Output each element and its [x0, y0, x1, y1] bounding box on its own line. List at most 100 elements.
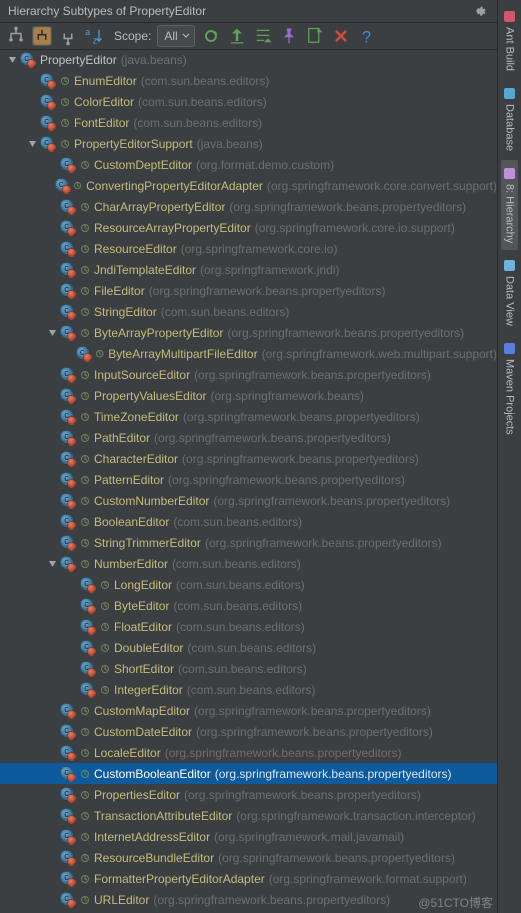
autoscroll-to-source-icon[interactable] [227, 26, 247, 46]
tool-tab[interactable]: Database [501, 80, 518, 158]
subtypes-icon[interactable] [32, 26, 52, 46]
tree-row[interactable]: cShortEditor(com.sun.beans.editors) [0, 658, 497, 679]
class-icon: c [60, 325, 76, 341]
override-marker-icon [80, 874, 90, 884]
tree-row[interactable]: cNumberEditor(com.sun.beans.editors) [0, 553, 497, 574]
expand-arrow-icon[interactable] [46, 327, 58, 339]
tree-row[interactable]: cCustomDeptEditor(org.format.demo.custom… [0, 154, 497, 175]
type-hierarchy-tree[interactable]: cPropertyEditor(java.beans)cEnumEditor(c… [0, 49, 497, 913]
scope-select[interactable]: All [157, 25, 194, 47]
tree-row[interactable]: cBooleanEditor(com.sun.beans.editors) [0, 511, 497, 532]
expand-arrow-icon[interactable] [46, 558, 58, 570]
package-name: (org.springframework.beans) [211, 389, 364, 403]
tree-row[interactable]: cCustomMapEditor(org.springframework.bea… [0, 700, 497, 721]
settings-icon[interactable] [469, 1, 489, 21]
tree-row[interactable]: cColorEditor(com.sun.beans.editors) [0, 91, 497, 112]
package-name: (org.springframework.format.support) [269, 872, 467, 886]
class-name: ByteArrayPropertyEditor [94, 326, 223, 340]
class-icon: c [60, 892, 76, 908]
tool-tab-label: 8: Hierarchy [504, 184, 516, 243]
class-name: ByteEditor [114, 599, 169, 613]
override-marker-icon [80, 433, 90, 443]
arrow-placeholder [46, 852, 58, 864]
tree-row[interactable]: cFloatEditor(com.sun.beans.editors) [0, 616, 497, 637]
help-icon[interactable]: ? [357, 26, 377, 46]
package-name: (org.springframework.jndi) [200, 263, 339, 277]
supertypes-icon[interactable] [58, 26, 78, 46]
tree-row[interactable]: cStringTrimmerEditor(org.springframework… [0, 532, 497, 553]
tree-row[interactable]: cPropertyEditorSupport(java.beans) [0, 133, 497, 154]
class-name: PathEditor [94, 431, 150, 445]
tree-row[interactable]: cLocaleEditor(org.springframework.beans.… [0, 742, 497, 763]
tree-row[interactable]: cConvertingPropertyEditorAdapter(org.spr… [0, 175, 497, 196]
class-hierarchy-icon[interactable] [6, 26, 26, 46]
class-icon: c [60, 535, 76, 551]
tree-row[interactable]: cCustomDateEditor(org.springframework.be… [0, 721, 497, 742]
arrow-placeholder [26, 117, 38, 129]
tree-row[interactable]: cStringEditor(com.sun.beans.editors) [0, 301, 497, 322]
autoscroll-from-source-icon[interactable] [253, 26, 273, 46]
tool-tab[interactable]: Data View [501, 252, 518, 333]
tree-row[interactable]: cTransactionAttributeEditor(org.springfr… [0, 805, 497, 826]
tree-row[interactable]: cByteArrayPropertyEditor(org.springframe… [0, 322, 497, 343]
tree-row[interactable]: cFormatterPropertyEditorAdapter(org.spri… [0, 868, 497, 889]
tree-row[interactable]: cInternetAddressEditor(org.springframewo… [0, 826, 497, 847]
pin-icon[interactable] [279, 26, 299, 46]
class-name: IntegerEditor [114, 683, 183, 697]
package-name: (com.sun.beans.editors) [173, 599, 302, 613]
tree-row[interactable]: cResourceEditor(org.springframework.core… [0, 238, 497, 259]
package-name: (org.springframework.beans.propertyedito… [165, 746, 402, 760]
class-name: URLEditor [94, 893, 149, 907]
tree-row[interactable]: cResourceBundleEditor(org.springframewor… [0, 847, 497, 868]
class-icon: c [60, 409, 76, 425]
package-name: (com.sun.beans.editors) [138, 95, 267, 109]
override-marker-icon [80, 895, 90, 905]
tree-row[interactable]: cPropertyEditor(java.beans) [0, 49, 497, 70]
tool-tab[interactable]: Ant Build [501, 3, 518, 78]
refresh-icon[interactable] [201, 26, 221, 46]
tree-row[interactable]: cCustomNumberEditor(org.springframework.… [0, 490, 497, 511]
tree-row[interactable]: cPatternEditor(org.springframework.beans… [0, 469, 497, 490]
tree-row[interactable]: cPropertiesEditor(org.springframework.be… [0, 784, 497, 805]
arrow-placeholder [46, 369, 58, 381]
package-name: (org.springframework.mail.javamail) [214, 830, 404, 844]
tree-row[interactable]: cIntegerEditor(com.sun.beans.editors) [0, 679, 497, 700]
svg-text:?: ? [362, 28, 371, 46]
tree-row[interactable]: cEnumEditor(com.sun.beans.editors) [0, 70, 497, 91]
tree-row[interactable]: cResourceArrayPropertyEditor(org.springf… [0, 217, 497, 238]
tree-row[interactable]: cURLEditor(org.springframework.beans.pro… [0, 889, 497, 910]
export-icon[interactable] [305, 26, 325, 46]
class-name: ColorEditor [74, 95, 134, 109]
class-name: PatternEditor [94, 473, 164, 487]
tree-row[interactable]: cLongEditor(com.sun.beans.editors) [0, 574, 497, 595]
tree-row[interactable]: cDoubleEditor(com.sun.beans.editors) [0, 637, 497, 658]
tree-row[interactable]: cByteEditor(com.sun.beans.editors) [0, 595, 497, 616]
expand-arrow-icon[interactable] [26, 138, 38, 150]
class-icon: c [60, 745, 76, 761]
package-name: (com.sun.beans.editors) [178, 662, 307, 676]
tree-row[interactable]: cFileEditor(org.springframework.beans.pr… [0, 280, 497, 301]
tree-row[interactable]: cPathEditor(org.springframework.beans.pr… [0, 427, 497, 448]
override-marker-icon [80, 853, 90, 863]
arrow-placeholder [66, 600, 78, 612]
tool-tab[interactable]: Maven Projects [501, 335, 518, 442]
tree-row[interactable]: cTimeZoneEditor(org.springframework.bean… [0, 406, 497, 427]
tree-row[interactable]: cCharacterEditor(org.springframework.bea… [0, 448, 497, 469]
expand-arrow-icon[interactable] [6, 54, 18, 66]
tree-row[interactable]: cCustomBooleanEditor(org.springframework… [0, 763, 497, 784]
override-marker-icon [80, 307, 90, 317]
header-title: Hierarchy Subtypes of PropertyEditor [8, 4, 469, 18]
close-icon[interactable] [331, 26, 351, 46]
sort-alpha-icon[interactable]: az [84, 26, 104, 46]
override-marker-icon [80, 748, 90, 758]
tree-row[interactable]: cFontEditor(com.sun.beans.editors) [0, 112, 497, 133]
tree-row[interactable]: cCharArrayPropertyEditor(org.springframe… [0, 196, 497, 217]
package-name: (org.springframework.core.convert.suppor… [267, 179, 497, 193]
tree-row[interactable]: cByteArrayMultipartFileEditor(org.spring… [0, 343, 497, 364]
tree-row[interactable]: cJndiTemplateEditor(org.springframework.… [0, 259, 497, 280]
package-name: (com.sun.beans.editors) [176, 620, 305, 634]
tool-tab[interactable]: 8: Hierarchy [501, 160, 518, 250]
tree-row[interactable]: cPropertyValuesEditor(org.springframewor… [0, 385, 497, 406]
package-name: (org.springframework.beans.propertyedito… [218, 851, 455, 865]
tree-row[interactable]: cInputSourceEditor(org.springframework.b… [0, 364, 497, 385]
